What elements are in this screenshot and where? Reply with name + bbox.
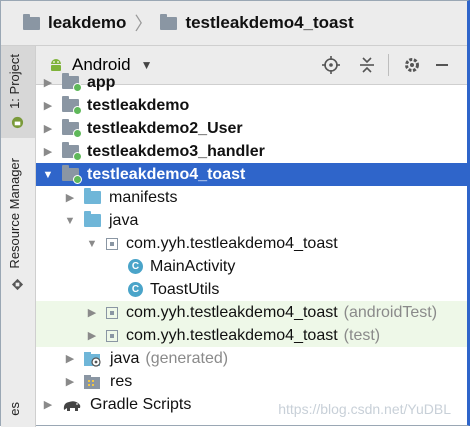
resource-manager-icon [11, 278, 24, 291]
tree-row-suffix: (generated) [145, 349, 229, 367]
collapse-arrow-icon[interactable]: ▼ [42, 169, 54, 181]
tree-row-package-androidtest[interactable]: ▶ com.yyh.testleakdemo4_toast (androidTe… [36, 301, 467, 324]
gradle-icon [63, 400, 81, 411]
tree-row-label: testleakdemo4_toast [87, 165, 246, 183]
tree-row-module[interactable]: ▶ testleakdemo3_handler [36, 140, 467, 163]
folder-icon [160, 13, 178, 30]
expand-arrow-icon[interactable]: ▶ [42, 99, 54, 112]
breadcrumb-item-leakdemo[interactable]: leakdemo [48, 13, 126, 33]
tab-project-label[interactable]: 1: Project [7, 54, 22, 109]
class-icon: C [128, 282, 143, 297]
tree-row-package-test[interactable]: ▶ com.yyh.testleakdemo4_toast (test) [36, 324, 467, 347]
project-tool-window: leakdemo 〉 testleakdemo4_toast 1: Projec… [0, 0, 470, 427]
folder-icon [84, 188, 101, 204]
tree-row-suffix: (androidTest) [343, 303, 438, 321]
tool-window-strip: 1: Project Resource Manager es [1, 46, 36, 427]
package-icon [106, 329, 118, 342]
expand-arrow-icon[interactable]: ▶ [64, 375, 76, 388]
tree-row-label: com.yyh.testleakdemo4_toast [126, 326, 338, 344]
folder-icon [23, 13, 40, 30]
expand-arrow-icon[interactable]: ▶ [42, 398, 54, 411]
tree-row-app[interactable]: ▶ app [36, 71, 467, 94]
module-folder-icon [62, 73, 82, 92]
breadcrumb: leakdemo 〉 testleakdemo4_toast [1, 1, 467, 46]
tree-row-label: Gradle Scripts [90, 395, 192, 413]
module-folder-icon [62, 96, 82, 115]
tree-row-label: testleakdemo2_User [87, 119, 243, 137]
expand-arrow-icon[interactable]: ▶ [86, 329, 98, 342]
resource-folder-icon [84, 374, 100, 389]
tree-row-java-generated[interactable]: ▶ java (generated) [36, 347, 467, 370]
expand-arrow-icon[interactable]: ▶ [64, 191, 76, 204]
tree-row-label: java [110, 349, 140, 367]
generated-folder-icon [84, 351, 101, 367]
tree-row-package[interactable]: ▼ com.yyh.testleakdemo4_toast [36, 232, 467, 255]
tree-row-label: ToastUtils [150, 280, 220, 298]
collapse-arrow-icon[interactable]: ▼ [64, 215, 76, 227]
tree-row-suffix: (test) [343, 326, 381, 344]
tree-row-label: java [109, 211, 139, 229]
tree-row-label: com.yyh.testleakdemo4_toast [126, 234, 338, 252]
tree-row-module[interactable]: ▶ testleakdemo2_User [36, 117, 467, 140]
class-icon: C [128, 259, 143, 274]
expand-arrow-icon[interactable]: ▶ [42, 76, 54, 89]
tree-row-class[interactable]: C MainActivity [36, 255, 467, 278]
tree-row-label: res [110, 372, 133, 390]
tree-row-class[interactable]: C ToastUtils [36, 278, 467, 301]
expand-arrow-icon[interactable]: ▶ [42, 145, 54, 158]
watermark: https://blog.csdn.net/YuDBL [278, 401, 451, 417]
tree-row-module[interactable]: ▶ testleakdemo [36, 94, 467, 117]
expand-arrow-icon[interactable]: ▶ [42, 122, 54, 135]
breadcrumb-item-module[interactable]: testleakdemo4_toast [185, 13, 353, 33]
expand-arrow-icon[interactable]: ▶ [64, 352, 76, 365]
tree-row-manifests[interactable]: ▶ manifests [36, 186, 467, 209]
android-icon [11, 116, 24, 129]
folder-icon [84, 211, 101, 227]
tab-partial-label[interactable]: es [7, 402, 22, 416]
chevron-down-icon[interactable]: ▼ [141, 58, 153, 72]
module-folder-icon [62, 119, 82, 138]
tree-row-res[interactable]: ▶ res [36, 370, 467, 393]
tree-row-label: manifests [109, 188, 178, 206]
collapse-arrow-icon[interactable]: ▼ [86, 238, 98, 250]
tree-row-label: com.yyh.testleakdemo4_toast [126, 303, 338, 321]
chevron-right-icon: 〉 [134, 14, 153, 34]
tree-row-module-selected[interactable]: ▼ testleakdemo4_toast [36, 163, 467, 186]
tree-row-label: testleakdemo [87, 96, 190, 114]
tree-row-label: app [87, 73, 116, 91]
tree-row-label: testleakdemo3_handler [87, 142, 265, 160]
package-icon [106, 237, 118, 250]
tab-resource-manager[interactable]: Resource Manager [7, 158, 22, 269]
expand-arrow-icon[interactable]: ▶ [86, 306, 98, 319]
module-folder-icon [62, 142, 82, 161]
package-icon [106, 306, 118, 319]
module-folder-icon [62, 165, 82, 184]
tree-row-java[interactable]: ▼ java [36, 209, 467, 232]
tree-row-label: MainActivity [150, 257, 236, 275]
